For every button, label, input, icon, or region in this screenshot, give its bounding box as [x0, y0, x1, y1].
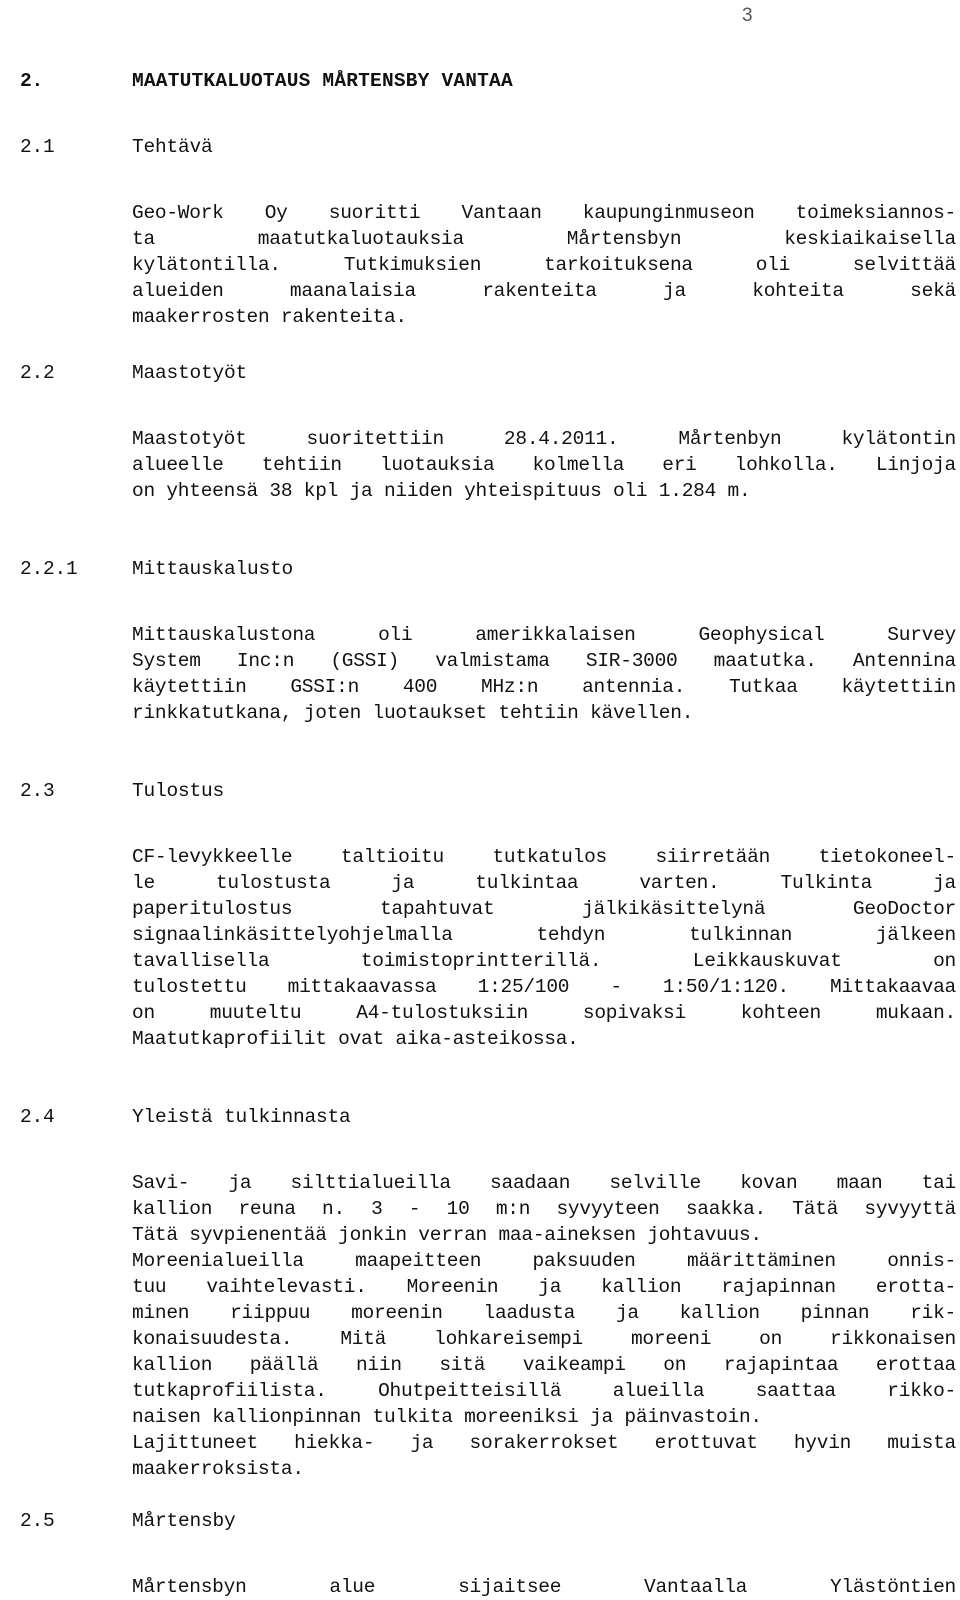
- text-line: konaisuudesta. Mitä lohkareisempi moreen…: [132, 1328, 956, 1350]
- section-title: Tulostus: [132, 780, 225, 802]
- paragraph-2-4: Savi- ja silttialueilla saadaan selville…: [132, 1170, 956, 1482]
- text-line: tutkaprofiilista. Ohutpeitteisillä aluei…: [132, 1380, 956, 1402]
- section-title: Yleistä tulkinnasta: [132, 1106, 351, 1128]
- text-line: Savi- ja silttialueilla saadaan selville…: [132, 1172, 956, 1194]
- paragraph-2-3: CF-levykkeelle taltioitu tutkatulos siir…: [132, 844, 956, 1052]
- section-number: 2.2: [20, 362, 55, 384]
- text-line: maakerroksista.: [132, 1458, 304, 1480]
- section-number: 2.1: [20, 136, 55, 158]
- text-line: Mårtensbyn alue sijaitsee Vantaalla Yläs…: [132, 1576, 956, 1598]
- section-heading-2-2-1: 2.2.1 Mittauskalusto: [0, 556, 960, 582]
- page-number: 3: [742, 5, 753, 26]
- paragraph-2-2-1: Mittauskalustona oli amerikkalaisen Geop…: [132, 622, 956, 726]
- text-line: tulostettu mittakaavassa 1:25/100 - 1:50…: [132, 976, 956, 998]
- section-number: 2.2.1: [20, 558, 78, 580]
- section-number: 2.5: [20, 1510, 55, 1532]
- text-line: kallion reuna n. 3 - 10 m:n syvyyteen sa…: [132, 1198, 956, 1220]
- text-line: Maastotyöt suoritettiin 28.4.2011. Mårte…: [132, 428, 956, 450]
- section-title: MAATUTKALUOTAUS MÅRTENSBY VANTAA: [132, 70, 513, 92]
- section-heading-2-4: 2.4 Yleistä tulkinnasta: [0, 1104, 960, 1130]
- text-line: Moreenialueilla maapeitteen paksuuden mä…: [132, 1250, 956, 1272]
- section-heading-2-3: 2.3 Tulostus: [0, 778, 960, 804]
- text-line: alueiden maanalaisia rakenteita ja kohte…: [132, 280, 956, 302]
- section-title: Maastotyöt: [132, 362, 248, 384]
- section-heading-2-5: 2.5 Mårtensby: [0, 1508, 960, 1534]
- text-line: ta maatutkaluotauksia Mårtensbyn keskiai…: [132, 228, 956, 250]
- text-line: tuu vaihtelevasti. Moreenin ja kallion r…: [132, 1276, 956, 1298]
- text-line: Tätä syvpienentää jonkin verran maa-aine…: [132, 1224, 762, 1246]
- text-line: rinkkatutkana, joten luotaukset tehtiin …: [132, 702, 694, 724]
- text-line: on muuteltu A4-tulostuksiin sopivaksi ko…: [132, 1002, 956, 1024]
- text-line: alueelle tehtiin luotauksia kolmella eri…: [132, 454, 956, 476]
- text-line: Mittauskalustona oli amerikkalaisen Geop…: [132, 624, 956, 646]
- text-line: Maatutkaprofiilit ovat aika-asteikossa.: [132, 1028, 579, 1050]
- text-line: kylätontilla. Tutkimuksien tarkoituksena…: [132, 254, 956, 276]
- text-line: naisen kallionpinnan tulkita moreeniksi …: [132, 1406, 762, 1428]
- section-number: 2.: [20, 70, 44, 92]
- text-line: käytettiin GSSI:n 400 MHz:n antennia. Tu…: [132, 676, 956, 698]
- section-heading-2-2: 2.2 Maastotyöt: [0, 360, 960, 386]
- section-title: Mårtensby: [132, 1510, 236, 1532]
- paragraph-2-5: Mårtensbyn alue sijaitsee Vantaalla Yläs…: [132, 1574, 956, 1600]
- paragraph-2-1: Geo-Work Oy suoritti Vantaan kaupunginmu…: [132, 200, 956, 330]
- section-number: 2.3: [20, 780, 55, 802]
- document-body: 2. MAATUTKALUOTAUS MÅRTENSBY VANTAA 2.1 …: [0, 68, 960, 1600]
- section-number: 2.4: [20, 1106, 55, 1128]
- text-line: Geo-Work Oy suoritti Vantaan kaupunginmu…: [132, 202, 956, 224]
- text-line: System Inc:n (GSSI) valmistama SIR-3000 …: [132, 650, 956, 672]
- paragraph-2-2: Maastotyöt suoritettiin 28.4.2011. Mårte…: [132, 426, 956, 504]
- section-heading-2-1: 2.1 Tehtävä: [0, 134, 960, 160]
- text-line: tavallisella toimistoprintterillä. Leikk…: [132, 950, 956, 972]
- text-line: maakerrosten rakenteita.: [132, 306, 407, 328]
- text-line: paperitulostus tapahtuvat jälkikäsittely…: [132, 898, 956, 920]
- document-page: 3 2. MAATUTKALUOTAUS MÅRTENSBY VANTAA 2.…: [0, 0, 960, 1598]
- text-line: signaalinkäsittelyohjelmalla tehdyn tulk…: [132, 924, 956, 946]
- section-title: Tehtävä: [132, 136, 213, 158]
- text-line: on yhteensä 38 kpl ja niiden yhteispituu…: [132, 480, 751, 502]
- text-line: CF-levykkeelle taltioitu tutkatulos siir…: [132, 846, 956, 868]
- text-line: le tulostusta ja tulkintaa varten. Tulki…: [132, 872, 956, 894]
- text-line: minen riippuu moreenin laadusta ja kalli…: [132, 1302, 956, 1324]
- text-line: Lajittuneet hiekka- ja sorakerrokset ero…: [132, 1432, 956, 1454]
- text-line: kallion päällä niin sitä vaikeampi on ra…: [132, 1354, 956, 1376]
- section-heading-2: 2. MAATUTKALUOTAUS MÅRTENSBY VANTAA: [0, 68, 960, 94]
- section-title: Mittauskalusto: [132, 558, 294, 580]
